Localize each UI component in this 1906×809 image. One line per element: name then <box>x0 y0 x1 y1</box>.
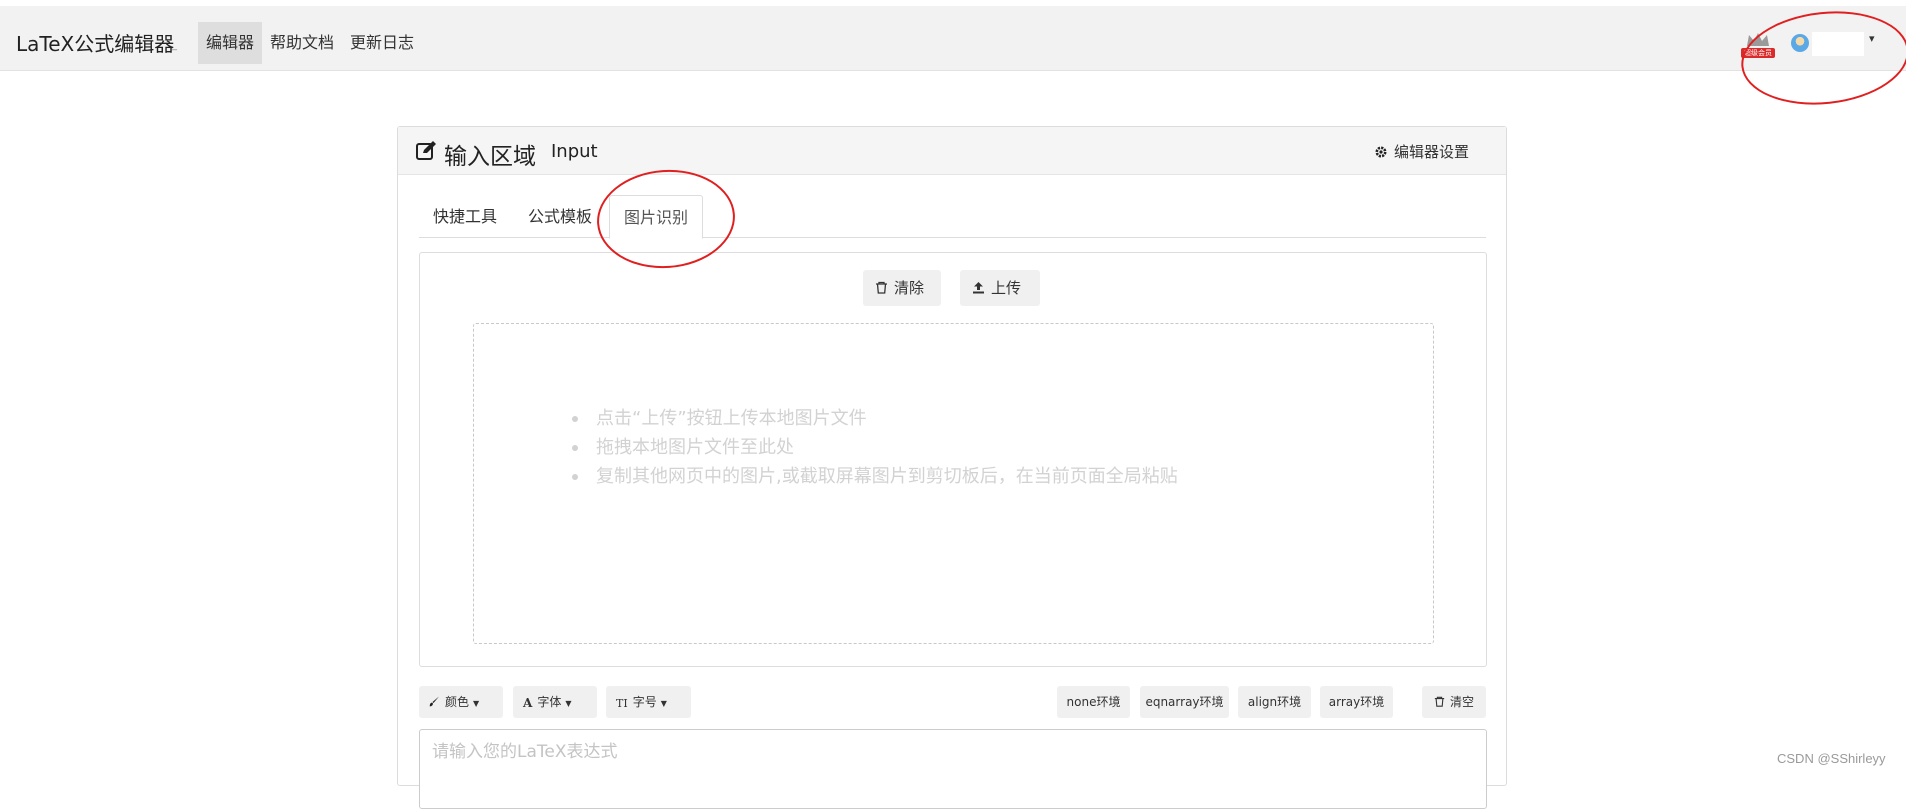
hint-paste: 复制其他网页中的图片,或截取屏幕图片到剪切板后，在当前页面全局粘贴 <box>572 462 1178 491</box>
panel-heading: 输入区域 Input 编辑器设置 <box>398 127 1506 175</box>
top-navbar: LaTeX公式编辑器 _ 编辑器 帮助文档 更新日志 超级会员 ▾ <box>0 6 1906 71</box>
upload-button-label: 上传 <box>991 279 1022 297</box>
font-icon: A <box>523 696 533 710</box>
size-label: 字号 <box>632 695 657 709</box>
tab-formula-templates[interactable]: 公式模板 <box>514 195 606 238</box>
user-menu-caret-icon[interactable]: ▾ <box>1869 32 1875 45</box>
hint-drag: 拖拽本地图片文件至此处 <box>572 433 1178 462</box>
brush-icon <box>429 696 439 707</box>
caret-down-icon: ▼ <box>565 699 572 708</box>
brand-title[interactable]: LaTeX公式编辑器 <box>16 28 174 57</box>
watermark: CSDN @SShirleyy <box>1777 751 1886 766</box>
edit-icon <box>416 141 436 160</box>
trash-icon <box>1434 696 1445 707</box>
upload-button[interactable]: 上传 <box>960 270 1040 306</box>
panel-title: 输入区域 <box>444 144 536 170</box>
vip-crown-icon[interactable]: 超级会员 <box>1741 32 1775 60</box>
font-dropdown[interactable]: A 字体 ▼ <box>513 686 597 718</box>
latex-input[interactable] <box>419 729 1487 809</box>
editor-settings-button[interactable]: 编辑器设置 <box>1374 141 1469 162</box>
editor-settings-label: 编辑器设置 <box>1394 143 1470 161</box>
hint-upload: 点击“上传”按钮上传本地图片文件 <box>572 404 1178 433</box>
env-eqnarray-button[interactable]: eqnarray环境 <box>1140 686 1229 718</box>
panel-title-en: Input <box>551 141 598 162</box>
clear-button[interactable]: 清除 <box>863 270 941 306</box>
env-array-button[interactable]: array环境 <box>1320 686 1393 718</box>
tab-image-recognition[interactable]: 图片识别 <box>609 195 704 239</box>
tab-quick-tools[interactable]: 快捷工具 <box>419 195 511 238</box>
color-dropdown[interactable]: 颜色 ▼ <box>419 686 503 718</box>
crown-icon <box>1747 33 1769 46</box>
color-label: 颜色 <box>445 695 470 709</box>
caret-down-icon: ▼ <box>660 699 667 708</box>
clear-button-label: 清除 <box>894 279 925 297</box>
env-none-button[interactable]: none环境 <box>1057 686 1130 718</box>
nav-changelog[interactable]: 更新日志 <box>342 22 422 64</box>
trash-icon <box>876 281 887 294</box>
clear-all-button[interactable]: 清空 <box>1422 686 1486 718</box>
tab-bar: 快捷工具 公式模板 图片识别 <box>419 195 1486 239</box>
nav-help-docs[interactable]: 帮助文档 <box>262 22 342 64</box>
font-size-dropdown[interactable]: TI 字号 ▼ <box>606 686 691 718</box>
user-avatar[interactable] <box>1791 34 1809 52</box>
image-recognition-pane: 清除 上传 点击“上传”按钮上传本地图片文件 拖拽本地图片文件至此处 复制其他网… <box>419 252 1487 667</box>
vip-badge-label: 超级会员 <box>1741 48 1775 58</box>
font-label: 字体 <box>537 695 562 709</box>
input-panel: 输入区域 Input 编辑器设置 快捷工具 公式模板 图片识别 清除 上传 点击… <box>397 126 1507 809</box>
nav-editor[interactable]: 编辑器 <box>198 22 263 64</box>
dropzone-hints: 点击“上传”按钮上传本地图片文件 拖拽本地图片文件至此处 复制其他网页中的图片,… <box>572 404 1178 491</box>
gear-icon <box>1375 146 1387 158</box>
brand-underscore: _ <box>172 40 177 51</box>
clear-all-label: 清空 <box>1449 695 1474 709</box>
upload-icon <box>973 282 984 294</box>
caret-down-icon: ▼ <box>473 699 480 708</box>
image-dropzone[interactable]: 点击“上传”按钮上传本地图片文件 拖拽本地图片文件至此处 复制其他网页中的图片,… <box>473 323 1434 644</box>
username-redacted[interactable] <box>1812 32 1864 56</box>
env-align-button[interactable]: align环境 <box>1238 686 1311 718</box>
text-height-icon: TI <box>616 697 628 710</box>
